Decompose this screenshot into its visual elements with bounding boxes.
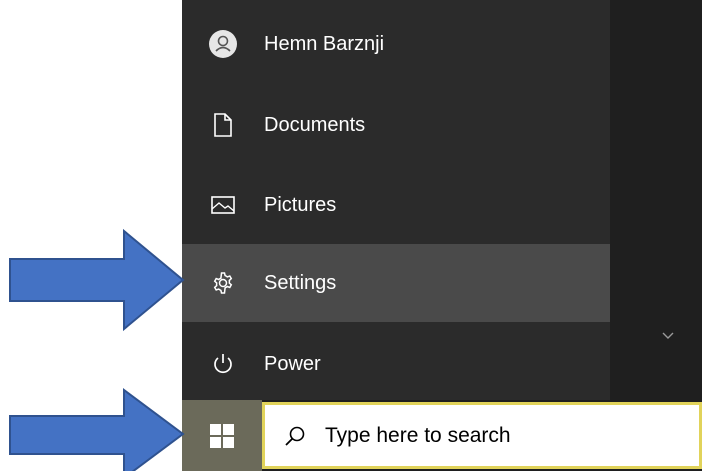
start-menu-rail: Hemn Barznji Documents Pictures Settings…: [182, 0, 610, 400]
arrow-annotation-start-button: [9, 388, 185, 471]
gear-icon: [182, 245, 264, 321]
search-placeholder: Type here to search: [325, 423, 511, 447]
menu-item-label: Pictures: [264, 193, 337, 216]
user-avatar-icon: [182, 6, 264, 82]
menu-item-label: Power: [264, 352, 321, 375]
chevron-down-icon[interactable]: [660, 330, 676, 342]
windows-logo-icon: [210, 423, 234, 448]
menu-item-settings[interactable]: Settings: [182, 244, 610, 322]
start-menu: Hemn Barznji Documents Pictures Settings…: [182, 0, 702, 400]
menu-item-account[interactable]: Hemn Barznji: [182, 6, 610, 82]
start-button[interactable]: [182, 400, 262, 471]
menu-item-pictures[interactable]: Pictures: [182, 167, 610, 243]
search-icon: [265, 405, 325, 466]
taskbar: Type here to search: [182, 400, 702, 471]
document-icon: [182, 87, 264, 163]
tiles-area: [610, 0, 702, 400]
arrow-annotation-settings: [9, 228, 185, 332]
picture-icon: [182, 167, 264, 243]
menu-item-documents[interactable]: Documents: [182, 87, 610, 163]
power-icon: [182, 326, 264, 402]
menu-item-label: Hemn Barznji: [264, 32, 385, 55]
menu-item-label: Documents: [264, 113, 366, 136]
search-box[interactable]: Type here to search: [262, 402, 702, 469]
menu-item-label: Settings: [264, 271, 337, 294]
menu-item-power[interactable]: Power: [182, 326, 610, 402]
